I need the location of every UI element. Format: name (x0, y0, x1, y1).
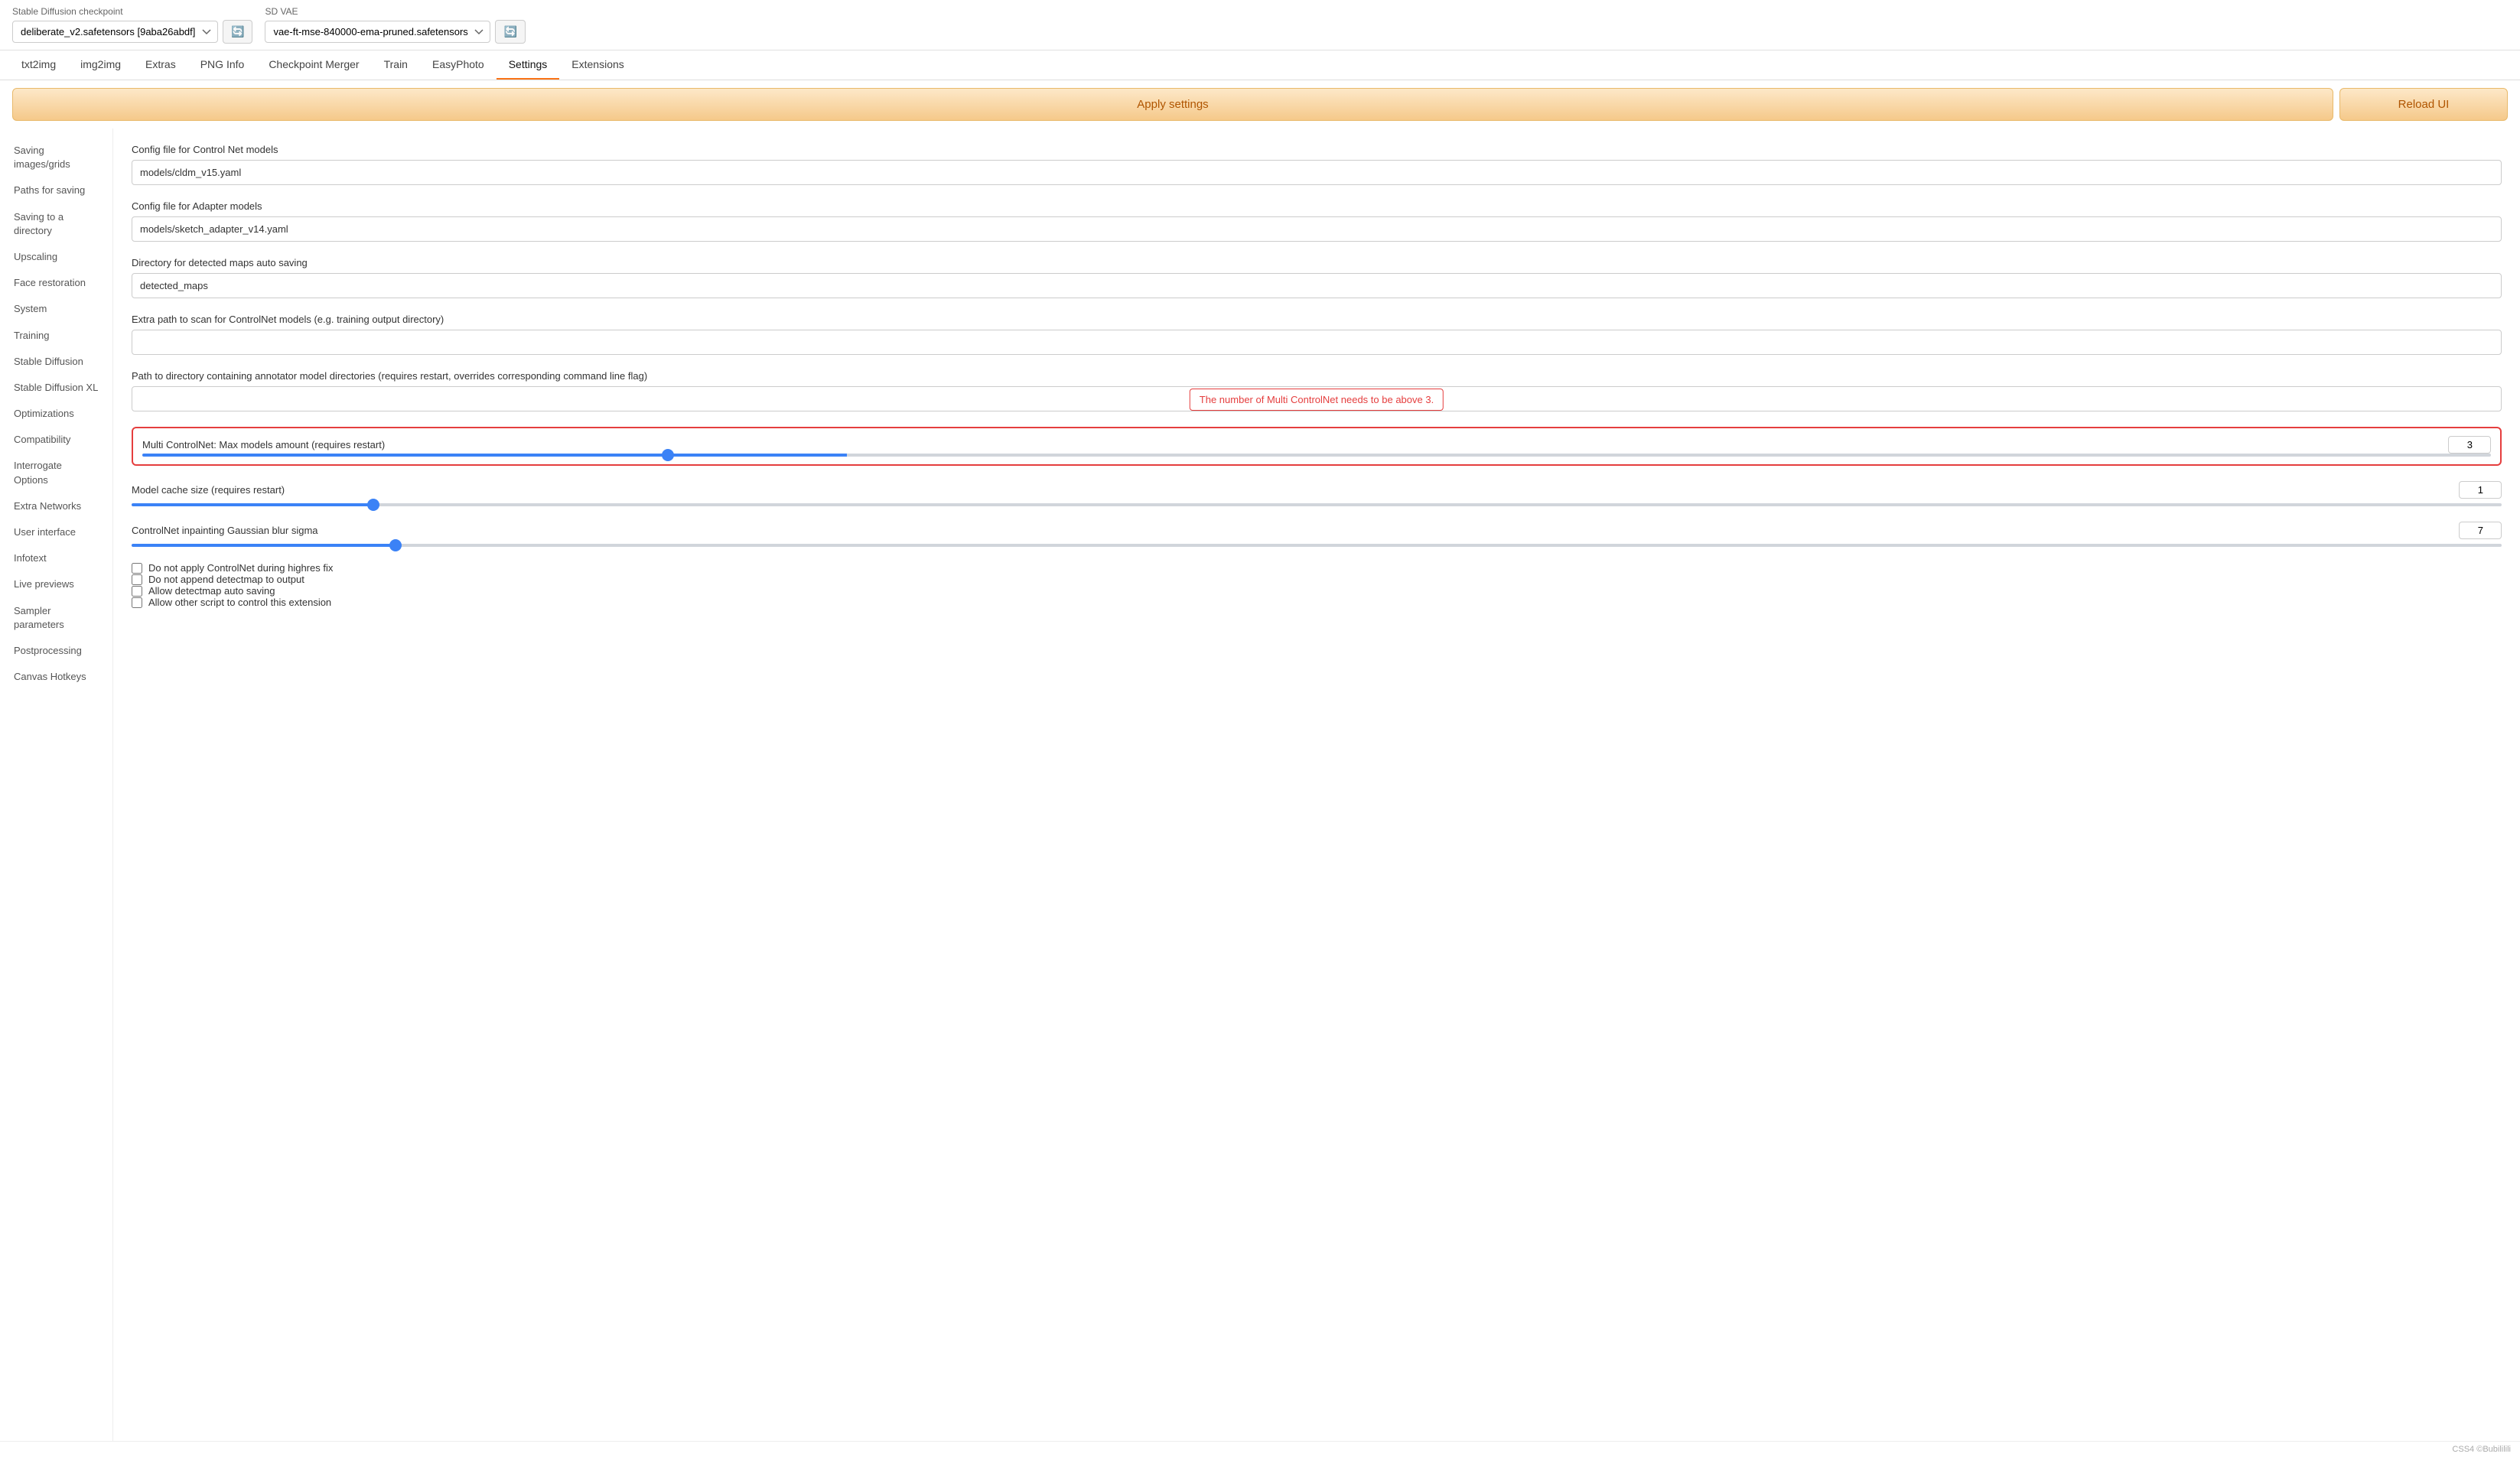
top-bar: Stable Diffusion checkpoint deliberate_v… (0, 0, 2520, 50)
nav-tabs: txt2imgimg2imgExtrasPNG InfoCheckpoint M… (0, 50, 2520, 80)
nav-tab-extras[interactable]: Extras (133, 50, 188, 80)
main-layout: Saving images/gridsPaths for savingSavin… (0, 128, 2520, 1441)
checkbox-label-no_controlnet_hires: Do not apply ControlNet during highres f… (148, 562, 333, 574)
nav-tab-settings[interactable]: Settings (497, 50, 560, 80)
controlnet-config-group: Config file for Control Net models (132, 144, 2502, 185)
sidebar-item-interrogate_options[interactable]: Interrogate Options (6, 453, 106, 493)
checkpoint-refresh-button[interactable]: 🔄 (223, 20, 252, 44)
model-cache-header: Model cache size (requires restart) (132, 481, 2502, 499)
extra-path-label: Extra path to scan for ControlNet models… (132, 314, 2502, 325)
adapter-config-input[interactable] (132, 216, 2502, 242)
gaussian-blur-slider-container (132, 544, 2502, 547)
multi-controlnet-slider[interactable] (142, 454, 2491, 457)
checkpoint-select[interactable]: deliberate_v2.safetensors [9aba26abdf] (12, 21, 218, 43)
checkboxes-container: Do not apply ControlNet during highres f… (132, 562, 2502, 608)
nav-tab-img2img[interactable]: img2img (68, 50, 133, 80)
sidebar-item-stable_diffusion_xl[interactable]: Stable Diffusion XL (6, 375, 106, 401)
nav-tab-train[interactable]: Train (372, 50, 420, 80)
detected-maps-input[interactable] (132, 273, 2502, 298)
vae-group: SD VAE vae-ft-mse-840000-ema-pruned.safe… (265, 6, 525, 44)
model-cache-slider[interactable] (132, 503, 2502, 506)
checkbox-label-allow_other_script: Allow other script to control this exten… (148, 597, 331, 608)
sidebar: Saving images/gridsPaths for savingSavin… (0, 128, 113, 1441)
sidebar-item-canvas_hotkeys[interactable]: Canvas Hotkeys (6, 664, 106, 690)
reload-ui-button[interactable]: Reload UI (2339, 88, 2508, 121)
checkbox-no_controlnet_hires[interactable] (132, 563, 142, 574)
annotator-dir-field-wrapper: The number of Multi ControlNet needs to … (132, 386, 2502, 411)
sidebar-item-upscaling[interactable]: Upscaling (6, 244, 106, 270)
detected-maps-label: Directory for detected maps auto saving (132, 257, 2502, 268)
settings-section: Config file for Control Net models Confi… (132, 144, 2502, 608)
nav-tab-extensions[interactable]: Extensions (559, 50, 636, 80)
footer: CSS4 ©Bubililili (0, 1441, 2520, 1457)
checkbox-allow_other_script[interactable] (132, 597, 142, 608)
nav-tab-checkpoint_merger[interactable]: Checkpoint Merger (256, 50, 371, 80)
model-cache-slider-container (132, 503, 2502, 506)
sidebar-item-compatibility[interactable]: Compatibility (6, 427, 106, 453)
vae-label: SD VAE (265, 6, 525, 17)
model-cache-value[interactable] (2459, 481, 2502, 499)
checkpoint-group: Stable Diffusion checkpoint deliberate_v… (12, 6, 252, 44)
apply-settings-button[interactable]: Apply settings (12, 88, 2333, 121)
adapter-config-group: Config file for Adapter models (132, 200, 2502, 242)
checkbox-label-allow_detectmap_autosave: Allow detectmap auto saving (148, 585, 275, 597)
nav-tab-easyphoto[interactable]: EasyPhoto (420, 50, 497, 80)
vae-select[interactable]: vae-ft-mse-840000-ema-pruned.safetensors (265, 21, 490, 43)
checkbox-label-no_append_detectmap: Do not append detectmap to output (148, 574, 304, 585)
model-cache-group: Model cache size (requires restart) (132, 481, 2502, 506)
extra-path-group: Extra path to scan for ControlNet models… (132, 314, 2502, 355)
sidebar-item-system[interactable]: System (6, 296, 106, 322)
checkpoint-select-wrapper: deliberate_v2.safetensors [9aba26abdf] 🔄 (12, 20, 252, 44)
sidebar-item-extra_networks[interactable]: Extra Networks (6, 493, 106, 519)
model-cache-label: Model cache size (requires restart) (132, 484, 285, 496)
multi-controlnet-group: Multi ControlNet: Max models amount (req… (132, 427, 2502, 466)
gaussian-blur-group: ControlNet inpainting Gaussian blur sigm… (132, 522, 2502, 547)
gaussian-blur-slider[interactable] (132, 544, 2502, 547)
footer-text: CSS4 ©Bubililili (2452, 1445, 2511, 1454)
gaussian-blur-header: ControlNet inpainting Gaussian blur sigm… (132, 522, 2502, 539)
sidebar-item-saving_images[interactable]: Saving images/grids (6, 138, 106, 177)
sidebar-item-face_restoration[interactable]: Face restoration (6, 270, 106, 296)
sidebar-item-training[interactable]: Training (6, 323, 106, 349)
sidebar-item-paths_saving[interactable]: Paths for saving (6, 177, 106, 203)
checkbox-no_append_detectmap[interactable] (132, 574, 142, 585)
sidebar-item-optimizations[interactable]: Optimizations (6, 401, 106, 427)
extra-path-input[interactable] (132, 330, 2502, 355)
sidebar-item-postprocessing[interactable]: Postprocessing (6, 638, 106, 664)
vae-select-wrapper: vae-ft-mse-840000-ema-pruned.safetensors… (265, 20, 525, 44)
error-message: The number of Multi ControlNet needs to … (1190, 389, 1444, 411)
detected-maps-group: Directory for detected maps auto saving (132, 257, 2502, 298)
checkbox-allow_detectmap_autosave[interactable] (132, 586, 142, 597)
sidebar-item-infotext[interactable]: Infotext (6, 545, 106, 571)
action-bar: Apply settings Reload UI (0, 80, 2520, 128)
adapter-config-label: Config file for Adapter models (132, 200, 2502, 212)
checkpoint-label: Stable Diffusion checkpoint (12, 6, 252, 17)
multi-controlnet-slider-container (142, 454, 2491, 457)
checkbox-row-allow_other_script: Allow other script to control this exten… (132, 597, 2502, 608)
sidebar-item-user_interface[interactable]: User interface (6, 519, 106, 545)
checkbox-row-allow_detectmap_autosave: Allow detectmap auto saving (132, 585, 2502, 597)
checkbox-row-no_append_detectmap: Do not append detectmap to output (132, 574, 2502, 585)
annotator-dir-group: Path to directory containing annotator m… (132, 370, 2502, 411)
error-overlay: The number of Multi ControlNet needs to … (1190, 393, 1444, 405)
controlnet-config-label: Config file for Control Net models (132, 144, 2502, 155)
nav-tab-png_info[interactable]: PNG Info (188, 50, 257, 80)
gaussian-blur-label: ControlNet inpainting Gaussian blur sigm… (132, 525, 318, 536)
controlnet-config-input[interactable] (132, 160, 2502, 185)
annotator-dir-label: Path to directory containing annotator m… (132, 370, 2502, 382)
nav-tab-txt2img[interactable]: txt2img (9, 50, 68, 80)
sidebar-item-stable_diffusion[interactable]: Stable Diffusion (6, 349, 106, 375)
vae-refresh-button[interactable]: 🔄 (495, 20, 525, 44)
content-area: Config file for Control Net models Confi… (113, 128, 2520, 1441)
sidebar-item-sampler_parameters[interactable]: Sampler parameters (6, 598, 106, 638)
gaussian-blur-value[interactable] (2459, 522, 2502, 539)
checkbox-row-no_controlnet_hires: Do not apply ControlNet during highres f… (132, 562, 2502, 574)
sidebar-item-saving_directory[interactable]: Saving to a directory (6, 204, 106, 244)
sidebar-item-live_previews[interactable]: Live previews (6, 571, 106, 597)
